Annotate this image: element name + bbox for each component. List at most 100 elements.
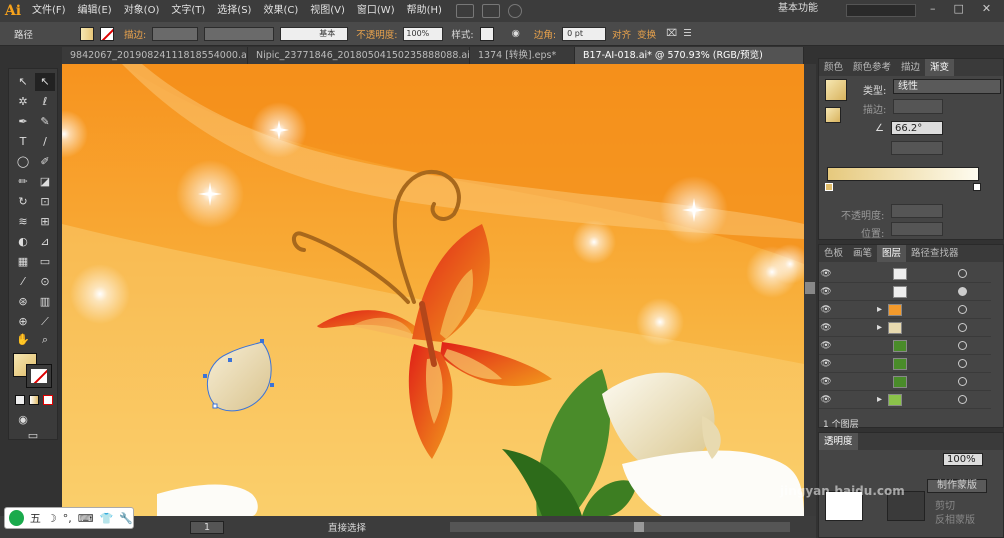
vertical-scrollbar[interactable] bbox=[804, 64, 816, 516]
expand-arrow-icon[interactable]: ▸ bbox=[877, 304, 882, 315]
target-icon[interactable] bbox=[958, 287, 967, 296]
menu-window[interactable]: 窗口(W) bbox=[351, 0, 401, 22]
target-icon[interactable] bbox=[958, 359, 967, 368]
curvature-icon[interactable]: ✎ bbox=[35, 113, 55, 131]
gradient-mode-icon[interactable] bbox=[29, 395, 39, 405]
eye-icon[interactable]: 👁 bbox=[819, 359, 833, 369]
shape-builder-icon[interactable]: ◐ bbox=[13, 233, 33, 251]
stroke-label[interactable]: 描边: bbox=[124, 27, 146, 41]
aspect-ratio-field[interactable] bbox=[891, 141, 943, 155]
variable-width-field[interactable] bbox=[204, 26, 275, 41]
layer-row[interactable]: 👁 ▸ bbox=[819, 391, 991, 409]
scale-tool-icon[interactable]: ⊡ bbox=[35, 193, 55, 211]
type-dropdown[interactable]: 线性 bbox=[893, 79, 1001, 94]
maximize-icon[interactable]: □ bbox=[954, 0, 964, 18]
eye-icon[interactable]: 👁 bbox=[819, 377, 833, 387]
eye-icon[interactable]: 👁 bbox=[819, 341, 833, 351]
gradient-stop-right[interactable] bbox=[973, 183, 981, 191]
make-mask-button[interactable]: 制作蒙版 bbox=[927, 479, 987, 493]
eye-icon[interactable]: 👁 bbox=[819, 269, 833, 279]
panel-menu-icon[interactable]: ☰ bbox=[683, 28, 692, 39]
mesh-tool-icon[interactable]: ▦ bbox=[13, 253, 33, 271]
artboard-tool-icon[interactable]: ⊕ bbox=[13, 313, 33, 331]
page-field[interactable]: 1 bbox=[190, 520, 224, 534]
tab-doc-active[interactable]: B17-AI-018.ai* @ 570.93% (RGB/预览) bbox=[575, 47, 804, 64]
tab-transparency[interactable]: 透明度 bbox=[819, 433, 858, 450]
layer-row[interactable]: 👁 bbox=[819, 337, 991, 355]
pen-tool-icon[interactable]: ✒ bbox=[13, 113, 33, 131]
isolate-icon[interactable]: ⌧ bbox=[666, 28, 677, 39]
minimize-icon[interactable]: – bbox=[930, 0, 936, 18]
blend-tool-icon[interactable]: ⊙ bbox=[35, 273, 55, 291]
menu-effect[interactable]: 效果(C) bbox=[257, 0, 304, 22]
opacity-field[interactable]: 100% bbox=[403, 26, 444, 41]
opacity-label[interactable]: 不透明度: bbox=[356, 27, 397, 41]
stroke-gradient-swatch[interactable] bbox=[825, 107, 841, 123]
tab-layers[interactable]: 图层 bbox=[877, 245, 907, 262]
line-tool-icon[interactable]: / bbox=[35, 133, 55, 151]
gradient-tool-icon[interactable]: ▭ bbox=[35, 253, 55, 271]
gradient-stop-left[interactable] bbox=[825, 183, 833, 191]
eye-icon[interactable]: 👁 bbox=[819, 305, 833, 315]
tab-doc-3[interactable]: 1374 [转换].eps* bbox=[470, 47, 575, 64]
wrench-icon[interactable]: 🔧 bbox=[119, 512, 133, 525]
direct-selection-tool-icon[interactable]: ↖ bbox=[35, 73, 55, 91]
gradient-position-field[interactable] bbox=[891, 222, 943, 236]
selection-tool-icon[interactable]: ↖ bbox=[13, 73, 33, 91]
artboard-canvas[interactable] bbox=[62, 64, 804, 516]
target-icon[interactable] bbox=[958, 377, 967, 386]
eyedropper-icon[interactable]: ⁄ bbox=[13, 273, 33, 291]
tab-doc-1[interactable]: 9842067_20190824111818554000.ai* bbox=[62, 47, 248, 64]
target-icon[interactable] bbox=[958, 341, 967, 350]
brush-tool-icon[interactable]: ✐ bbox=[35, 153, 55, 171]
menu-help[interactable]: 帮助(H) bbox=[401, 0, 448, 22]
corner-field[interactable]: 0 pt bbox=[562, 26, 607, 41]
tab-doc-2[interactable]: Nipic_23771846_20180504150235888088.ai* bbox=[248, 47, 470, 64]
stroke-weight-field[interactable] bbox=[152, 26, 199, 41]
target-icon[interactable] bbox=[958, 323, 967, 332]
menu-type[interactable]: 文字(T) bbox=[165, 0, 211, 22]
tab-stroke[interactable]: 描边 bbox=[896, 59, 925, 76]
arrange-documents-icon[interactable] bbox=[481, 4, 500, 18]
rotate-tool-icon[interactable]: ↻ bbox=[13, 193, 33, 211]
layer-row[interactable]: 👁 bbox=[819, 283, 991, 301]
workspace-switcher[interactable]: 基本功能 bbox=[778, 0, 818, 18]
stroke-mode-buttons[interactable] bbox=[893, 99, 943, 114]
gpu-icon[interactable] bbox=[507, 4, 522, 18]
search-input[interactable] bbox=[846, 4, 916, 17]
magic-wand-icon[interactable]: ✲ bbox=[13, 93, 33, 111]
close-icon[interactable]: ✕ bbox=[982, 0, 991, 18]
moon-icon[interactable]: ☽ bbox=[47, 512, 57, 525]
expand-arrow-icon[interactable]: ▸ bbox=[877, 322, 882, 333]
bridge-icon[interactable] bbox=[455, 4, 474, 18]
gradient-preview[interactable] bbox=[825, 79, 847, 101]
gradient-opacity-field[interactable] bbox=[891, 204, 943, 218]
graph-tool-icon[interactable]: ▥ bbox=[35, 293, 55, 311]
eye-icon[interactable]: 👁 bbox=[819, 395, 833, 405]
ellipse-tool-icon[interactable]: ◯ bbox=[13, 153, 33, 171]
symbol-sprayer-icon[interactable]: ⊛ bbox=[13, 293, 33, 311]
skin-icon[interactable]: 👕 bbox=[100, 512, 114, 525]
keyboard-icon[interactable]: ⌨ bbox=[78, 512, 94, 525]
menu-object[interactable]: 对象(O) bbox=[118, 0, 166, 22]
target-icon[interactable] bbox=[958, 269, 967, 278]
tab-brushes[interactable]: 画笔 bbox=[848, 245, 877, 262]
lasso-icon[interactable]: ℓ bbox=[35, 93, 55, 111]
tab-color[interactable]: 颜色 bbox=[819, 59, 848, 76]
color-mode-icon[interactable] bbox=[15, 395, 25, 405]
tab-swatches[interactable]: 色板 bbox=[819, 245, 848, 262]
tab-pathfinder[interactable]: 路径查找器 bbox=[906, 245, 964, 262]
layer-row[interactable]: 👁 bbox=[819, 355, 991, 373]
menu-edit[interactable]: 编辑(E) bbox=[72, 0, 118, 22]
corner-label[interactable]: 边角: bbox=[534, 27, 556, 41]
stroke-color-icon[interactable] bbox=[26, 364, 52, 388]
expand-arrow-icon[interactable]: ▸ bbox=[877, 394, 882, 405]
layer-row[interactable]: 👁 ▸ bbox=[819, 301, 991, 319]
eraser-tool-icon[interactable]: ◪ bbox=[35, 173, 55, 191]
angle-field[interactable]: 66.2° bbox=[891, 121, 943, 135]
scroll-thumb[interactable] bbox=[805, 282, 815, 294]
recolor-icon[interactable]: ◉ bbox=[512, 28, 520, 39]
layer-row[interactable]: 👁 bbox=[819, 265, 991, 283]
target-icon[interactable] bbox=[958, 305, 967, 314]
stroke-swatch[interactable] bbox=[100, 26, 114, 41]
